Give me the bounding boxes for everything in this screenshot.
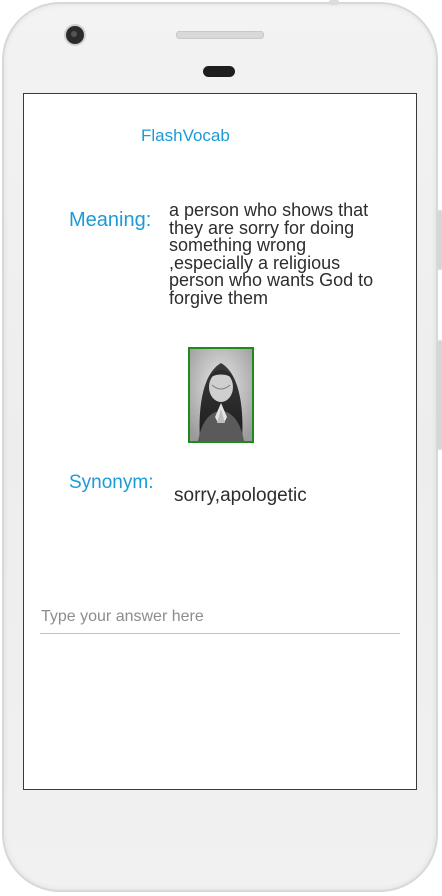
front-camera-icon [66,26,84,44]
answer-input[interactable] [40,600,400,634]
proximity-sensor [203,66,235,77]
volume-button [438,210,442,270]
meaning-text: a person who shows that they are sorry f… [169,200,374,308]
top-button [329,0,339,5]
synonym-text: sorry,apologetic [174,485,307,506]
speaker-grille [176,31,264,39]
app-screen: FlashVocab Meaning: a person who shows t… [23,93,417,790]
phone-frame: FlashVocab Meaning: a person who shows t… [0,0,442,896]
synonym-label: Synonym: [69,472,154,493]
power-button [438,340,442,450]
app-title: FlashVocab [141,126,230,145]
praying-girl-image [188,347,254,443]
meaning-label: Meaning: [69,209,152,231]
